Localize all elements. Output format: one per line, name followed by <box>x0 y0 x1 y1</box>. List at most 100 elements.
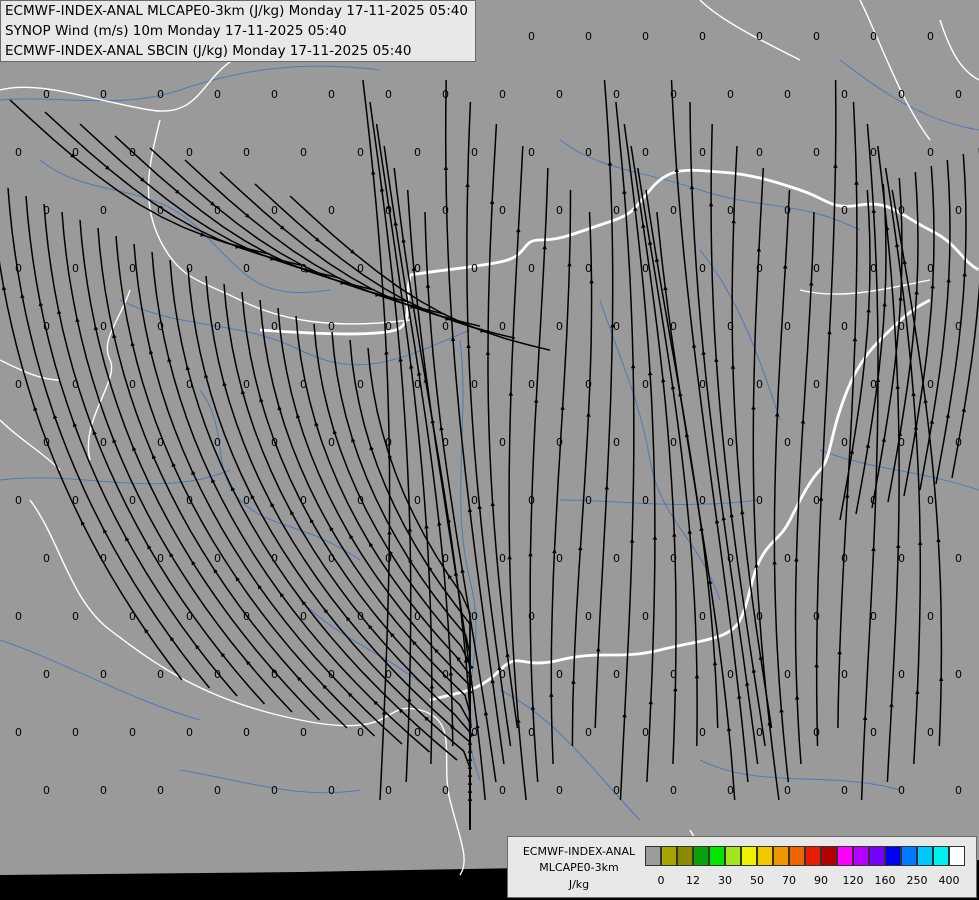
cape-value-label: 0 <box>129 610 136 623</box>
cape-value-label: 0 <box>499 436 506 449</box>
cape-value-label: 0 <box>613 88 620 101</box>
cape-value-label: 0 <box>870 726 877 739</box>
cape-value-label: 0 <box>613 320 620 333</box>
legend-swatch <box>869 846 885 866</box>
cape-value-label: 0 <box>414 610 421 623</box>
cape-value-label: 0 <box>471 610 478 623</box>
cape-value-label: 0 <box>784 204 791 217</box>
legend-tick-label: 30 <box>718 874 732 887</box>
cape-value-label: 0 <box>100 320 107 333</box>
cape-value-label: 0 <box>72 610 79 623</box>
cape-value-label: 0 <box>813 262 820 275</box>
cape-value-label: 0 <box>414 262 421 275</box>
cape-value-label: 0 <box>841 784 848 797</box>
cape-value-label: 0 <box>186 726 193 739</box>
cape-value-label: 0 <box>43 88 50 101</box>
cape-value-label: 0 <box>670 784 677 797</box>
cape-value-label: 0 <box>157 436 164 449</box>
cape-value-label: 0 <box>784 436 791 449</box>
cape-value-label: 0 <box>43 204 50 217</box>
cape-value-label: 0 <box>328 204 335 217</box>
cape-value-label: 0 <box>613 784 620 797</box>
cape-value-label: 0 <box>271 204 278 217</box>
cape-value-label: 0 <box>727 320 734 333</box>
cape-value-label: 0 <box>72 146 79 159</box>
cape-value-label: 0 <box>870 378 877 391</box>
cape-value-label: 0 <box>642 610 649 623</box>
cape-value-label: 0 <box>898 436 905 449</box>
cape-value-label: 0 <box>157 552 164 565</box>
cape-value-label: 0 <box>214 436 221 449</box>
cape-value-label: 0 <box>528 146 535 159</box>
cape-value-label: 0 <box>927 610 934 623</box>
cape-value-label: 0 <box>243 610 250 623</box>
cape-value-label: 0 <box>670 88 677 101</box>
cape-value-label: 0 <box>898 552 905 565</box>
cape-value-label: 0 <box>898 668 905 681</box>
cape-value-label: 0 <box>186 262 193 275</box>
cape-value-label: 0 <box>699 262 706 275</box>
cape-value-label: 0 <box>157 784 164 797</box>
cape-value-label: 0 <box>157 204 164 217</box>
cape-value-label: 0 <box>927 378 934 391</box>
cape-value-label: 0 <box>385 204 392 217</box>
cape-value-label: 0 <box>613 204 620 217</box>
cape-value-label: 0 <box>727 436 734 449</box>
cape-value-label: 0 <box>813 494 820 507</box>
cape-value-label: 0 <box>841 436 848 449</box>
cape-value-label: 0 <box>471 378 478 391</box>
cape-value-label: 0 <box>784 88 791 101</box>
cape-value-label: 0 <box>727 552 734 565</box>
legend-swatch <box>837 846 853 866</box>
cape-value-label: 0 <box>100 552 107 565</box>
cape-value-label: 0 <box>414 726 421 739</box>
cape-value-label: 0 <box>328 784 335 797</box>
cape-value-label: 0 <box>471 146 478 159</box>
cape-value-label: 0 <box>328 320 335 333</box>
cape-value-label: 0 <box>727 88 734 101</box>
cape-value-label: 0 <box>214 204 221 217</box>
cape-value-label: 0 <box>585 146 592 159</box>
cape-value-label: 0 <box>414 378 421 391</box>
legend-swatch <box>917 846 933 866</box>
cape-value-label: 0 <box>528 610 535 623</box>
cape-value-label: 0 <box>442 320 449 333</box>
cape-value-label: 0 <box>214 668 221 681</box>
cape-value-label: 0 <box>72 262 79 275</box>
cape-value-label: 0 <box>243 146 250 159</box>
cape-value-label: 0 <box>784 320 791 333</box>
cape-value-label: 0 <box>699 30 706 43</box>
cape-value-label: 0 <box>556 320 563 333</box>
cape-value-label: 0 <box>499 552 506 565</box>
cape-value-label: 0 <box>927 494 934 507</box>
cape-value-label: 0 <box>870 494 877 507</box>
cape-value-label: 0 <box>271 436 278 449</box>
cape-value-label: 0 <box>157 88 164 101</box>
cape-value-label: 0 <box>357 494 364 507</box>
cape-value-label: 0 <box>955 320 962 333</box>
cape-value-label: 0 <box>300 494 307 507</box>
cape-value-label: 0 <box>585 378 592 391</box>
cape-value-label: 0 <box>670 204 677 217</box>
cape-value-label: 0 <box>385 436 392 449</box>
legend-swatch <box>757 846 773 866</box>
cape-value-label: 0 <box>841 204 848 217</box>
cape-value-label: 0 <box>15 378 22 391</box>
cape-value-label: 0 <box>898 88 905 101</box>
cape-value-label: 0 <box>556 436 563 449</box>
cape-value-label: 0 <box>528 30 535 43</box>
color-legend: ECMWF-INDEX-ANAL MLCAPE0-3km J/kg 0 12 30 5… <box>507 836 977 898</box>
cape-value-label: 0 <box>214 552 221 565</box>
cape-value-label: 0 <box>499 204 506 217</box>
cape-value-label: 0 <box>841 668 848 681</box>
cape-value-label: 0 <box>186 378 193 391</box>
cape-value-label: 0 <box>357 378 364 391</box>
cape-value-label: 0 <box>15 262 22 275</box>
cape-value-label: 0 <box>727 784 734 797</box>
cape-value-label: 0 <box>642 262 649 275</box>
legend-swatch <box>933 846 949 866</box>
cape-value-label: 0 <box>613 436 620 449</box>
cape-value-label: 0 <box>129 146 136 159</box>
title-line-cape: ECMWF-INDEX-ANAL MLCAPE0-3km (J/kg) Mond… <box>5 3 468 19</box>
cape-value-label: 0 <box>186 146 193 159</box>
